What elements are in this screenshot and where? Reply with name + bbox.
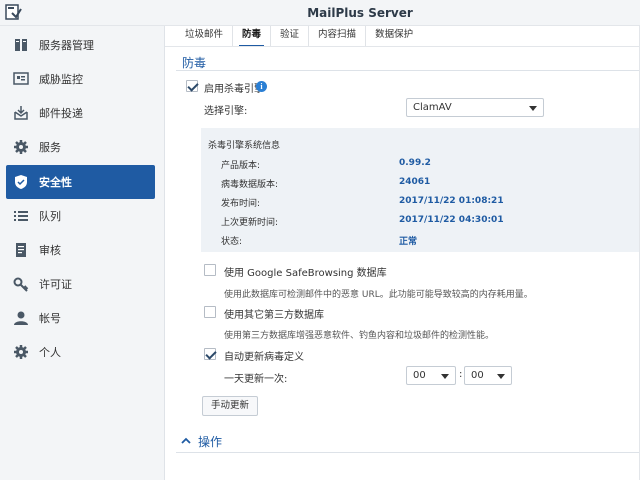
- engine-info-panel: 杀毒引擎系统信息 产品版本: 0.99.2 病毒数据版本: 24061 发布时间…: [201, 128, 640, 252]
- key-icon: [12, 275, 30, 293]
- tab-antivirus[interactable]: 防毒: [233, 26, 272, 47]
- time-separator: :: [459, 369, 463, 380]
- gear-icon: [12, 138, 30, 156]
- sidebar-item-label: 帐号: [39, 312, 61, 325]
- sidebar-item-audit[interactable]: 审核: [0, 233, 165, 267]
- enable-engine-label: 启用杀毒引擎: [204, 84, 264, 95]
- thirdparty-db-label: 使用其它第三方数据库: [224, 310, 324, 321]
- sidebar-item-account[interactable]: 帐号: [0, 301, 165, 335]
- section-divider: [176, 452, 640, 453]
- sidebar-item-label: 服务器管理: [39, 39, 94, 52]
- info-value-virus-db-version: 24061: [399, 177, 431, 187]
- title-bar: MailPlus Server: [0, 0, 640, 26]
- sidebar-item-label: 威胁监控: [39, 73, 83, 86]
- sidebar-item-personal[interactable]: 个人: [0, 335, 165, 369]
- info-label-last-update: 上次更新时间:: [221, 218, 279, 228]
- sidebar-item-license[interactable]: 许可证: [0, 267, 165, 301]
- sidebar-item-label: 许可证: [39, 278, 72, 291]
- section-title-antivirus: 防毒: [182, 56, 207, 70]
- server-management-icon: [12, 36, 30, 54]
- info-icon[interactable]: i: [256, 81, 267, 92]
- sidebar-item-security[interactable]: 安全性: [6, 165, 155, 199]
- sidebar-item-label: 队列: [39, 210, 61, 223]
- chevron-up-icon[interactable]: [181, 436, 191, 446]
- sidebar-item-label: 个人: [39, 346, 61, 359]
- gear-user-icon: [12, 343, 30, 361]
- enable-engine-checkbox[interactable]: [186, 80, 198, 92]
- info-value-status: 正常: [399, 237, 418, 247]
- sidebar-item-service[interactable]: 服务: [0, 130, 165, 164]
- tab-spam[interactable]: 垃圾邮件: [176, 26, 234, 46]
- section-divider: [176, 70, 640, 71]
- info-panel-title: 杀毒引擎系统信息: [208, 141, 281, 151]
- tab-authentication[interactable]: 验证: [271, 26, 310, 46]
- auto-update-checkbox[interactable]: [204, 348, 216, 360]
- engine-select-value: ClamAV: [413, 102, 452, 113]
- sidebar-item-label: 邮件投递: [39, 107, 83, 120]
- manual-update-button[interactable]: 手动更新: [202, 396, 258, 416]
- sidebar: 服务器管理 威胁监控 邮件投递 服务 安全性 队列 审核 许可证 帐号 个人: [0, 26, 165, 480]
- list-icon: [12, 207, 30, 225]
- info-label-status: 状态:: [221, 237, 243, 247]
- select-engine-label: 选择引擎:: [204, 106, 248, 117]
- sidebar-item-threat-monitor[interactable]: 威胁监控: [0, 62, 165, 96]
- thirdparty-db-checkbox[interactable]: [204, 306, 216, 318]
- chevron-down-icon: [497, 374, 505, 379]
- tab-bar: 垃圾邮件 防毒 验证 内容扫描 数据保护: [176, 26, 422, 47]
- thirdparty-db-description: 使用第三方数据库增强恶意软件、钓鱼内容和垃圾邮件的检测性能。: [224, 331, 495, 341]
- sidebar-item-server-management[interactable]: 服务器管理: [0, 28, 165, 62]
- sidebar-item-label: 服务: [39, 141, 61, 154]
- engine-select[interactable]: ClamAV: [406, 98, 544, 117]
- minute-select-value: 00: [471, 370, 484, 381]
- hour-select[interactable]: 00: [406, 366, 456, 385]
- hour-select-value: 00: [413, 370, 426, 381]
- user-icon: [12, 309, 30, 327]
- info-value-product-version: 0.99.2: [399, 158, 431, 168]
- sidebar-item-label: 审核: [39, 244, 61, 257]
- daily-update-label: 一天更新一次:: [224, 374, 288, 385]
- sidebar-item-queue[interactable]: 队列: [0, 199, 165, 233]
- chevron-down-icon: [441, 374, 449, 379]
- info-label-release-time: 发布时间:: [221, 199, 261, 209]
- shield-icon: [12, 173, 30, 191]
- info-label-product-version: 产品版本:: [221, 161, 261, 171]
- info-value-release-time: 2017/11/22 01:08:21: [399, 196, 504, 206]
- section-title-operations[interactable]: 操作: [198, 433, 222, 450]
- minute-select[interactable]: 00: [464, 366, 512, 385]
- sidebar-item-mail-delivery[interactable]: 邮件投递: [0, 96, 165, 130]
- tab-data-protection[interactable]: 数据保护: [366, 26, 422, 46]
- mail-delivery-icon: [12, 104, 30, 122]
- window-title: MailPlus Server: [307, 6, 413, 20]
- info-value-last-update: 2017/11/22 04:30:01: [399, 215, 504, 225]
- threat-monitor-icon: [12, 70, 30, 88]
- safebrowsing-label: 使用 Google SafeBrowsing 数据库: [224, 268, 387, 279]
- safebrowsing-checkbox[interactable]: [204, 264, 216, 276]
- tab-content-scan[interactable]: 内容扫描: [309, 26, 367, 46]
- document-icon: [12, 241, 30, 259]
- sidebar-item-label: 安全性: [39, 176, 72, 189]
- info-label-virus-db-version: 病毒数据版本:: [221, 180, 279, 190]
- chevron-down-icon: [529, 106, 537, 111]
- safebrowsing-description: 使用此数据库可检测邮件中的恶意 URL。此功能可能导致较高的内存耗用量。: [224, 290, 533, 300]
- auto-update-label: 自动更新病毒定义: [224, 352, 304, 363]
- tab-divider: [165, 46, 640, 47]
